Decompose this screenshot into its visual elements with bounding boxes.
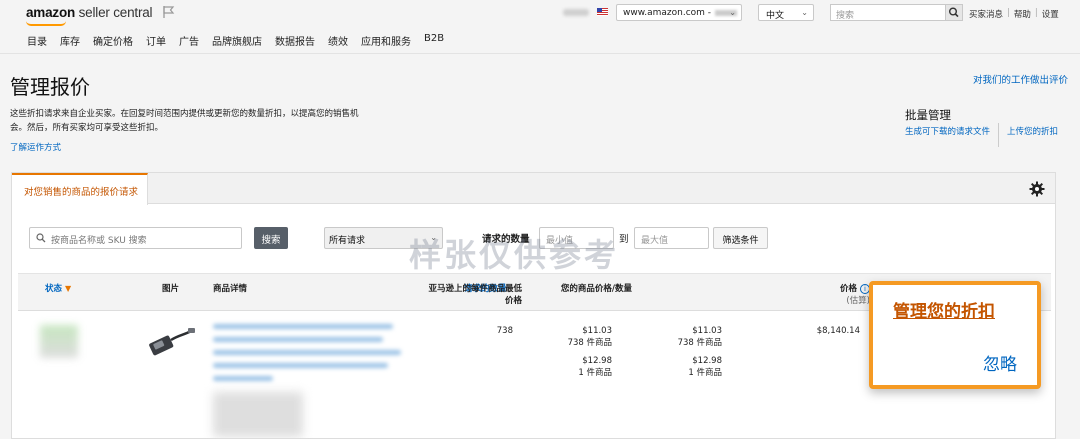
filter-conditions-button[interactable]: 筛选条件 [713, 227, 768, 249]
column-lowest-price: 亚马逊上的每件商品最低 价格 [428, 284, 522, 306]
language-select[interactable]: 中文 ⌄ [758, 4, 814, 21]
nav-item-reports[interactable]: 数据报告 [275, 33, 315, 48]
chevron-down-icon: ⌄ [801, 8, 808, 17]
page-description: 这些折扣请求来自企业买家。在回复时间范围内提供或更新您的数量折扣，以提高您的销售… [10, 109, 359, 133]
flag-icon[interactable] [161, 5, 175, 19]
column-status[interactable]: 状态 ▼ [45, 283, 71, 295]
nav-item-inventory[interactable]: 库存 [60, 33, 80, 48]
gear-icon[interactable] [1029, 181, 1045, 197]
your-price-tier-2: $12.98 1 件商品 [688, 356, 722, 378]
search-button[interactable]: 搜索 [254, 227, 288, 249]
nav-item-performance[interactable]: 绩效 [328, 33, 348, 48]
generate-request-file-link[interactable]: 生成可下载的请求文件 [905, 125, 990, 147]
header-search-input[interactable]: 搜索 [830, 4, 946, 21]
to-label: 到 [619, 234, 629, 245]
ignore-link[interactable]: 忽略 [983, 350, 1017, 375]
logo-smile-icon [26, 21, 66, 26]
nav-item-apps[interactable]: 应用和服务 [361, 33, 411, 48]
search-icon [36, 233, 46, 243]
lowest-price-tier-1: $11.03 738 件商品 [567, 326, 612, 348]
requested-quantity-value: 738 [496, 326, 513, 336]
column-your-price: 您的商品价格/数量 [560, 284, 632, 294]
bulk-management-links: 生成可下载的请求文件 上传您的折扣 [905, 123, 1058, 147]
product-search-input[interactable]: 按商品名称或 SKU 搜索 [29, 227, 242, 249]
lowest-price-tier-2: $12.98 1 件商品 [578, 356, 612, 378]
nav-item-pricing[interactable]: 确定价格 [93, 33, 133, 48]
bulk-management-title: 批量管理 [905, 108, 951, 122]
manage-discount-link[interactable]: 管理您的折扣 [893, 297, 995, 322]
nav-item-catalog[interactable]: 目录 [27, 33, 47, 48]
column-image: 图片 [162, 284, 180, 294]
page-title: 管理报价 [10, 75, 90, 99]
main-nav: 目录 库存 确定价格 订单 广告 品牌旗舰店 数据报告 绩效 应用和服务 B2B [27, 33, 457, 48]
account-name-blurred [563, 9, 589, 16]
header-links: 买家消息 | 帮助 | 设置 [969, 8, 1059, 20]
nav-item-stores[interactable]: 品牌旗舰店 [212, 33, 262, 48]
us-flag-icon [597, 8, 608, 16]
sku-blurred [213, 392, 303, 437]
sample-watermark: 样张仅供参考 [409, 236, 620, 274]
max-quantity-input[interactable]: 最大值 [634, 227, 709, 249]
feedback-link[interactable]: 对我们的工作做出评价 [973, 72, 1068, 86]
actions-highlight-box: 管理您的折扣 忽略 [869, 281, 1041, 389]
search-icon [949, 7, 959, 18]
your-price-tier-1: $11.03 738 件商品 [677, 326, 722, 348]
help-link[interactable]: 帮助 [1014, 8, 1031, 20]
upload-discounts-link[interactable]: 上传您的折扣 [1007, 125, 1058, 147]
top-header: amazon seller central 目录 库存 确定价格 订单 广告 品… [0, 0, 1080, 54]
estimated-price-value: $8,140.14 [816, 326, 860, 336]
amazon-seller-central-logo[interactable]: amazon seller central [26, 5, 153, 26]
tab-quote-requests[interactable]: 对您销售的商品的报价请求 [12, 173, 148, 205]
nav-item-b2b[interactable]: B2B [424, 33, 444, 48]
column-price: 价格 i (估算) [840, 283, 870, 306]
learn-more-link[interactable]: 了解运作方式 [10, 141, 61, 153]
product-image[interactable] [146, 326, 196, 362]
settings-link[interactable]: 设置 [1042, 8, 1059, 20]
column-details: 商品详情 [213, 284, 248, 294]
tab-bar: 对您销售的商品的报价请求 [12, 173, 1055, 205]
marketplace-select[interactable]: www.amazon.com - ⌄ [616, 4, 742, 21]
chevron-down-icon: ⌄ [729, 8, 736, 17]
status-blurred [40, 325, 78, 358]
nav-item-orders[interactable]: 订单 [146, 33, 166, 48]
buyer-messages-link[interactable]: 买家消息 [969, 8, 1003, 20]
product-details-blurred[interactable] [213, 324, 408, 384]
sort-down-icon: ▼ [64, 284, 72, 293]
header-search-button[interactable] [945, 4, 963, 21]
nav-item-advertising[interactable]: 广告 [179, 33, 199, 48]
